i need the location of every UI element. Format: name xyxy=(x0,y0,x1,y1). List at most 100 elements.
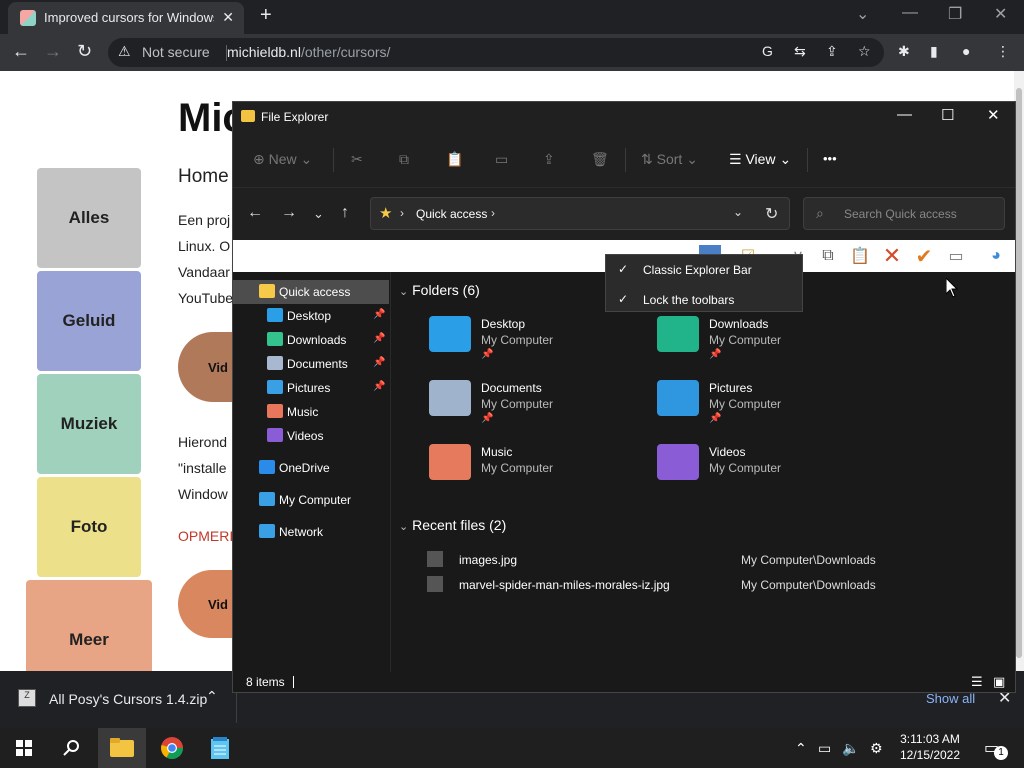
file-explorer-taskbar-button[interactable] xyxy=(98,728,146,768)
view-button[interactable]: ☰ View ⌄ xyxy=(729,151,791,168)
download-file-name[interactable]: All Posy's Cursors 1.4.zip xyxy=(49,691,207,707)
chrome-taskbar-button[interactable] xyxy=(148,728,196,768)
nav-item-quick-access[interactable]: Quick access xyxy=(233,280,389,304)
minimize-icon[interactable]: — xyxy=(897,106,912,123)
chevron-up-icon[interactable]: ⌃ xyxy=(206,688,218,705)
folder-tile-videos[interactable]: Videos My Computer xyxy=(657,444,877,500)
nav-item-documents[interactable]: Documents 📌 xyxy=(233,352,389,376)
explorer-title-bar[interactable]: File Explorer — ☐ ✕ xyxy=(233,102,1015,132)
new-button[interactable]: ⊕ New ⌄ xyxy=(253,151,312,168)
refresh-icon[interactable]: ↻ xyxy=(765,204,778,224)
back-icon[interactable]: ← xyxy=(247,204,263,222)
share-icon[interactable]: ⇪ xyxy=(543,151,555,168)
up-icon[interactable]: ↑ xyxy=(341,204,349,222)
properties-icon[interactable]: ▭ xyxy=(945,245,967,267)
folder-tile-pictures[interactable]: Pictures My Computer 📌 xyxy=(657,380,877,436)
close-window-icon[interactable]: ✕ xyxy=(994,4,1007,24)
restore-icon[interactable]: ❐ xyxy=(948,4,962,24)
show-all-link[interactable]: Show all xyxy=(926,691,975,706)
pin-icon: 📌 xyxy=(373,333,386,344)
menu-item-lock-toolbars[interactable]: ✓ Lock the toolbars xyxy=(606,285,802,313)
category-card-alles[interactable]: Alles xyxy=(37,168,141,268)
nav-item-my-computer[interactable]: My Computer xyxy=(233,488,389,512)
nav-item-onedrive[interactable]: OneDrive xyxy=(233,456,389,480)
delete-x-icon[interactable]: ✕ xyxy=(881,243,903,268)
new-tab-button[interactable]: + xyxy=(260,4,272,27)
network-icon[interactable]: ▭ xyxy=(818,740,831,757)
search-button[interactable] xyxy=(48,728,96,768)
details-view-icon[interactable]: ☰ xyxy=(971,674,983,690)
paste-icon[interactable]: 📋 xyxy=(446,151,463,168)
recent-file-row[interactable]: marvel-spider-man-miles-morales-iz.jpg My… xyxy=(427,576,987,596)
security-label[interactable]: Not secure xyxy=(142,44,210,60)
nav-item-music[interactable]: Music xyxy=(233,400,389,424)
minimize-icon[interactable]: — xyxy=(902,4,918,22)
profile-icon[interactable]: ● xyxy=(962,43,970,59)
folder-tile-documents[interactable]: Documents My Computer 📌 xyxy=(429,380,649,436)
category-card-geluid[interactable]: Geluid xyxy=(37,271,141,371)
recent-section-header[interactable]: ⌄ Recent files (2) xyxy=(399,517,506,533)
nav-item-videos[interactable]: Videos xyxy=(233,424,389,448)
site-favicon-icon xyxy=(20,10,36,26)
explorer-address-field[interactable]: ★ › Quick access › ⌄ xyxy=(370,197,790,230)
settings-icon[interactable]: ⚙ xyxy=(870,740,883,757)
rename-icon[interactable]: ▭ xyxy=(495,151,508,168)
breadcrumb-chevron-icon[interactable]: › xyxy=(400,206,404,220)
category-card-meer[interactable]: Meer xyxy=(26,580,152,671)
more-options-icon[interactable]: ••• xyxy=(823,151,837,166)
browser-tab[interactable]: Improved cursors for Windows 10 ✕ xyxy=(8,2,244,34)
extensions-icon[interactable]: ✱ xyxy=(898,43,910,60)
forward-icon[interactable]: → xyxy=(281,204,297,222)
tab-close-icon[interactable]: ✕ xyxy=(222,9,234,26)
checkmark-icon[interactable]: ✔ xyxy=(913,245,935,268)
delete-icon[interactable]: 🗑 xyxy=(591,151,609,168)
folder-tile-desktop[interactable]: Desktop My Computer 📌 xyxy=(429,316,649,372)
chevron-down-icon[interactable]: ⌄ xyxy=(733,205,743,219)
side-panel-icon[interactable]: ▮ xyxy=(930,43,938,60)
reload-icon[interactable]: ↻ xyxy=(77,41,92,62)
copy-icon[interactable]: ⧉ xyxy=(817,245,839,267)
tab-search-icon[interactable]: ⌄ xyxy=(856,4,869,24)
google-icon[interactable]: G xyxy=(762,43,773,59)
nav-item-pictures[interactable]: Pictures 📌 xyxy=(233,376,389,400)
translate-icon[interactable]: ⇆ xyxy=(794,43,806,60)
close-icon[interactable]: ✕ xyxy=(987,106,1000,124)
recent-locations-icon[interactable]: ⌄ xyxy=(313,206,324,222)
nav-item-network[interactable]: Network xyxy=(233,520,389,544)
bookmark-star-icon[interactable]: ☆ xyxy=(858,43,871,60)
scrollbar-thumb[interactable] xyxy=(1016,88,1022,658)
forward-icon[interactable]: → xyxy=(44,41,62,62)
nav-item-downloads[interactable]: Downloads 📌 xyxy=(233,328,389,352)
chevron-up-icon[interactable]: ⌃ xyxy=(795,740,807,757)
menu-icon[interactable]: ⋮ xyxy=(996,43,1010,60)
explorer-search-input[interactable]: ⌕ Search Quick access xyxy=(803,197,1005,230)
breadcrumb-chevron-icon[interactable]: › xyxy=(491,206,495,220)
warning-icon[interactable]: ⚠ xyxy=(118,43,131,60)
category-card-muziek[interactable]: Muziek xyxy=(37,374,141,474)
back-icon[interactable]: ← xyxy=(12,41,30,62)
recent-file-row[interactable]: images.jpg My Computer\Downloads xyxy=(427,551,987,571)
breadcrumb-quick-access[interactable]: Quick access xyxy=(416,207,487,221)
category-card-foto[interactable]: Foto xyxy=(37,477,141,577)
status-bar: 8 items ☰ ▣ xyxy=(233,672,1015,692)
menu-item-classic-explorer-bar[interactable]: ✓ Classic Explorer Bar xyxy=(606,255,802,283)
folder-tile-music[interactable]: Music My Computer xyxy=(429,444,649,500)
url-text[interactable]: michieldb.nl/other/cursors/ xyxy=(227,44,390,60)
nav-item-desktop[interactable]: Desktop 📌 xyxy=(233,304,389,328)
tiles-view-icon[interactable]: ▣ xyxy=(993,674,1005,690)
notepad-taskbar-button[interactable] xyxy=(196,728,244,768)
maximize-icon[interactable]: ☐ xyxy=(941,106,954,124)
copy-icon[interactable]: ⧉ xyxy=(399,151,409,168)
share-icon[interactable]: ⇪ xyxy=(826,43,838,60)
folder-tile-downloads[interactable]: Downloads My Computer 📌 xyxy=(657,316,877,372)
sort-button[interactable]: ⇅ Sort ⌄ xyxy=(641,151,698,168)
folder-name: Videos xyxy=(709,445,746,459)
cut-icon[interactable]: ✂ xyxy=(351,151,363,168)
folders-section-header[interactable]: ⌄ Folders (6) xyxy=(399,282,480,298)
paste-icon[interactable]: 📋 xyxy=(849,245,871,267)
globe-icon[interactable]: ◕ xyxy=(985,245,1007,267)
home-link[interactable]: Home xyxy=(178,166,229,188)
volume-icon[interactable]: 🔈 xyxy=(842,740,859,757)
system-clock[interactable]: 3:11:03 AM 12/15/2022 xyxy=(888,731,972,763)
start-button[interactable] xyxy=(0,728,48,768)
